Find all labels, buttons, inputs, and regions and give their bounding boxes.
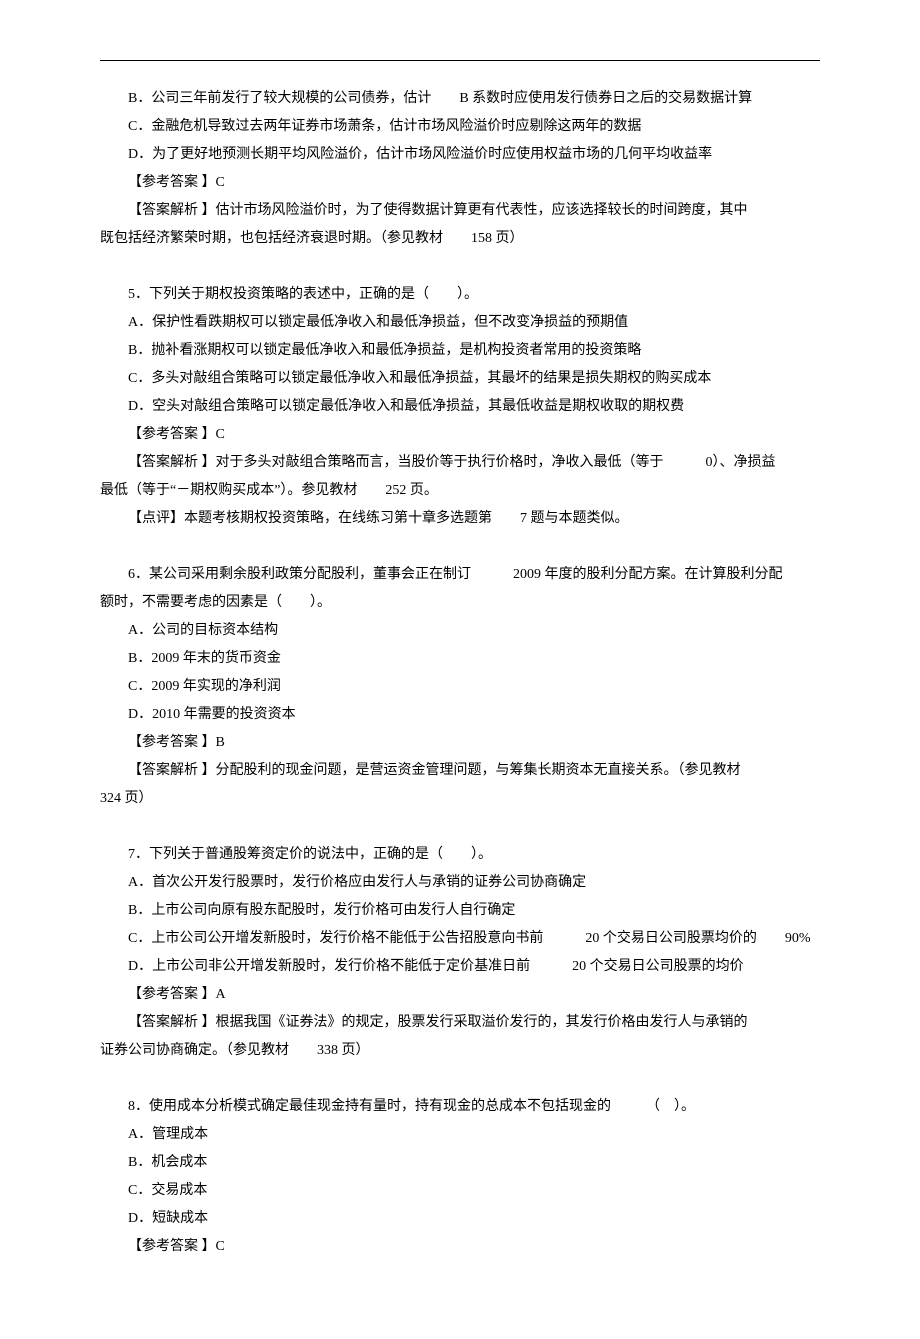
option-b: B．2009 年末的货币资金 <box>100 645 820 673</box>
option-a: A．管理成本 <box>100 1121 820 1149</box>
option-d: D．2010 年需要的投资资本 <box>100 701 820 729</box>
option-a: A．保护性看跌期权可以锁定最低净收入和最低净损益，但不改变净损益的预期值 <box>100 309 820 337</box>
top-rule <box>100 60 820 61</box>
option-b: B．公司三年前发行了较大规模的公司债券，估计 B 系数时应使用发行债券日之后的交… <box>100 85 820 113</box>
option-d: D．空头对敲组合策略可以锁定最低净收入和最低净损益，其最低收益是期权收取的期权费 <box>100 393 820 421</box>
explanation-line-2: 【点评】本题考核期权投资策略，在线练习第十章多选题第 7 题与本题类似。 <box>100 505 820 533</box>
explanation-tail: 证券公司协商确定。（参见教材 338 页） <box>100 1037 820 1065</box>
answer-label: 【参考答案 】C <box>100 169 820 197</box>
explanation-line-1-tail: 最低（等于“－期权购买成本”）。参见教材 252 页。 <box>100 477 820 505</box>
question-6: 6．某公司采用剩余股利政策分配股利，董事会正在制订 2009 年度的股利分配方案… <box>100 561 820 813</box>
option-a: A．首次公开发行股票时，发行价格应由发行人与承销的证券公司协商确定 <box>100 869 820 897</box>
answer-label: 【参考答案 】C <box>100 1233 820 1261</box>
document-page: B．公司三年前发行了较大规模的公司债券，估计 B 系数时应使用发行债券日之后的交… <box>50 0 870 1339</box>
explanation-line: 【答案解析 】根据我国《证券法》的规定，股票发行采取溢价发行的，其发行价格由发行… <box>100 1009 820 1037</box>
option-c: C．金融危机导致过去两年证券市场萧条，估计市场风险溢价时应剔除这两年的数据 <box>100 113 820 141</box>
question-7: 7．下列关于普通股筹资定价的说法中，正确的是（ ）。 A．首次公开发行股票时，发… <box>100 841 820 1065</box>
option-d: D．上市公司非公开增发新股时，发行价格不能低于定价基准日前 20 个交易日公司股… <box>100 953 820 981</box>
answer-label: 【参考答案 】C <box>100 421 820 449</box>
question-stem: 5．下列关于期权投资策略的表述中，正确的是（ ）。 <box>100 281 820 309</box>
explanation-line: 【答案解析 】估计市场风险溢价时，为了使得数据计算更有代表性，应该选择较长的时间… <box>100 197 820 225</box>
option-d: D．为了更好地预测长期平均风险溢价，估计市场风险溢价时应使用权益市场的几何平均收… <box>100 141 820 169</box>
answer-label: 【参考答案 】A <box>100 981 820 1009</box>
explanation-tail: 既包括经济繁荣时期，也包括经济衰退时期。（参见教材 158 页） <box>100 225 820 253</box>
option-a: A．公司的目标资本结构 <box>100 617 820 645</box>
option-c: C．2009 年实现的净利润 <box>100 673 820 701</box>
option-d: D．短缺成本 <box>100 1205 820 1233</box>
option-b: B．上市公司向原有股东配股时，发行价格可由发行人自行确定 <box>100 897 820 925</box>
question-8: 8．使用成本分析模式确定最佳现金持有量时，持有现金的总成本不包括现金的 （ ）。… <box>100 1093 820 1261</box>
question-stem: 7．下列关于普通股筹资定价的说法中，正确的是（ ）。 <box>100 841 820 869</box>
option-b: B．机会成本 <box>100 1149 820 1177</box>
option-b: B．抛补看涨期权可以锁定最低净收入和最低净损益，是机构投资者常用的投资策略 <box>100 337 820 365</box>
option-c: C．交易成本 <box>100 1177 820 1205</box>
explanation-line: 【答案解析 】分配股利的现金问题，是营运资金管理问题，与筹集长期资本无直接关系。… <box>100 757 820 785</box>
question-5: 5．下列关于期权投资策略的表述中，正确的是（ ）。 A．保护性看跌期权可以锁定最… <box>100 281 820 533</box>
explanation-tail: 324 页） <box>100 785 820 813</box>
option-c: C．多头对敲组合策略可以锁定最低净收入和最低净损益，其最坏的结果是损失期权的购买… <box>100 365 820 393</box>
explanation-line-1: 【答案解析 】对于多头对敲组合策略而言，当股价等于执行价格时，净收入最低（等于 … <box>100 449 820 477</box>
question-stem: 8．使用成本分析模式确定最佳现金持有量时，持有现金的总成本不包括现金的 （ ）。 <box>100 1093 820 1121</box>
question-block-continuation: B．公司三年前发行了较大规模的公司债券，估计 B 系数时应使用发行债券日之后的交… <box>100 85 820 253</box>
option-c: C．上市公司公开增发新股时，发行价格不能低于公告招股意向书前 20 个交易日公司… <box>100 925 820 953</box>
answer-label: 【参考答案 】B <box>100 729 820 757</box>
question-stem: 6．某公司采用剩余股利政策分配股利，董事会正在制订 2009 年度的股利分配方案… <box>100 561 820 589</box>
question-stem-tail: 额时，不需要考虑的因素是（ ）。 <box>100 589 820 617</box>
